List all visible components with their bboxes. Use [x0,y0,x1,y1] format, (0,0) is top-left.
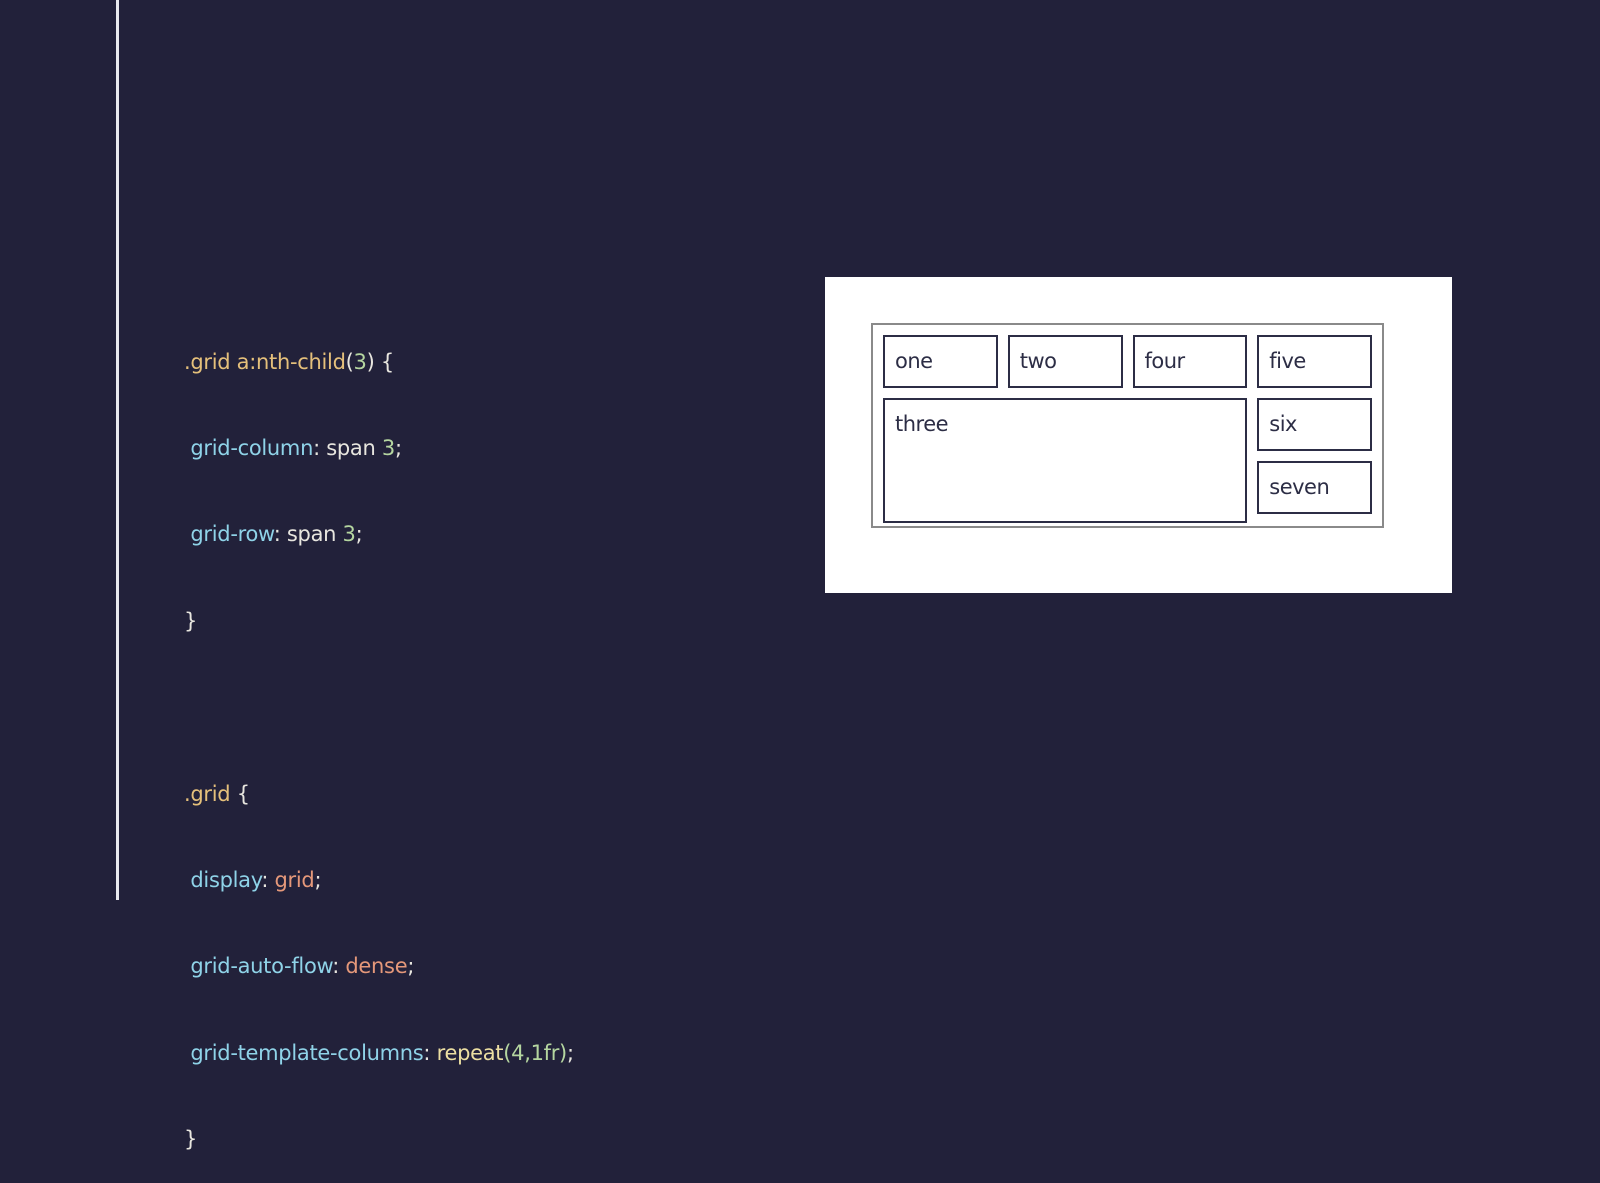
code-line-8: grid-auto-flow: dense; [190,954,415,979]
grid-item-four: four [1132,335,1248,388]
code-line-3: grid-row: span 3; [190,522,363,547]
code-line-10: } [184,1127,198,1152]
grid-container: one two three four five six seven [871,323,1384,528]
grid-item-three: three [883,398,1248,523]
code-line-9: grid-template-columns: repeat(4,1fr); [190,1040,574,1065]
grid-demo-panel: one two three four five six seven [825,277,1452,593]
code-line-4: } [184,608,198,633]
grid-item-two: two [1007,335,1123,388]
grid-item-seven: seven [1257,461,1372,514]
css-code-block: .grid a:nth-child(3) { grid-column: span… [184,290,574,1183]
grid-item-five: five [1257,335,1372,388]
code-line-1: .grid a:nth-child(3) { [184,349,394,374]
code-line-6: .grid { [184,781,250,806]
grid-item-one: one [883,335,998,388]
divider-line [116,0,119,900]
grid-item-six: six [1257,398,1372,451]
code-line-7: display: grid; [190,867,322,892]
code-line-2: grid-column: span 3; [190,435,402,460]
